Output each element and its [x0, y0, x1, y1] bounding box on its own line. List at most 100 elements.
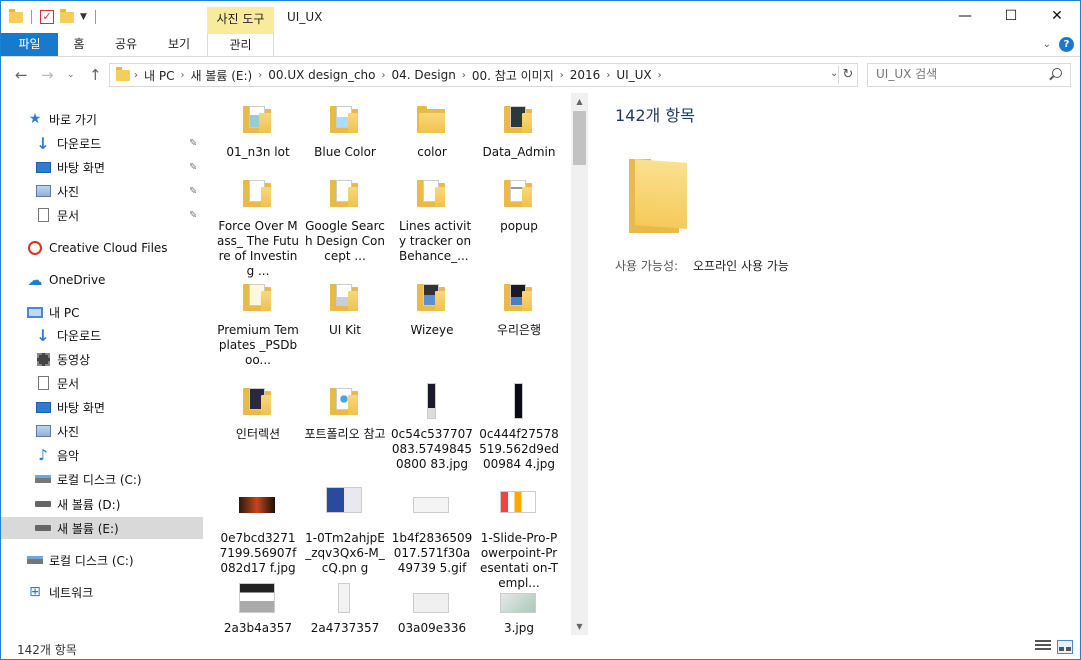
nav-quick-access[interactable]: ★ 바로 가기	[1, 108, 203, 130]
nav-creative-cloud[interactable]: Creative Cloud Files	[1, 237, 203, 259]
nav-documents[interactable]: 문서	[1, 372, 203, 394]
nav-this-pc[interactable]: 내 PC	[1, 301, 203, 323]
expand-ribbon-icon[interactable]: ⌄	[1043, 39, 1051, 50]
nav-desktop-pinned[interactable]: 바탕 화면 ✎	[1, 156, 203, 178]
folder-item[interactable]: popup	[476, 175, 562, 279]
tab-file[interactable]: 파일	[1, 33, 58, 56]
pin-icon[interactable]: ✎	[189, 186, 197, 197]
chevron-right-icon[interactable]: ›	[658, 70, 662, 81]
customize-toolbar-icon[interactable]: ▼	[80, 12, 87, 22]
back-arrow-icon[interactable]: ←	[15, 66, 28, 84]
address-bar[interactable]: › 내 PC › 새 볼륨 (E:) › 00.UX design_cho › …	[109, 63, 858, 87]
image-item[interactable]: 0c54c537707083.57498450800 83.jpg	[389, 383, 475, 487]
drive-icon	[35, 521, 51, 535]
new-folder-icon[interactable]	[60, 8, 74, 23]
details-view-icon[interactable]	[1035, 640, 1051, 654]
folder-item[interactable]: 포트폴리오 참고	[302, 383, 388, 487]
nav-local-disk-c-2[interactable]: 로컬 디스크 (C:)	[1, 549, 203, 571]
pin-icon[interactable]: ✎	[189, 162, 197, 173]
vertical-scrollbar[interactable]: ▲ ▼	[571, 93, 588, 635]
explorer-window: ✓ ▼ 사진 도구 UI_UX — ☐ ✕ 파일 홈 공유 보기 관리 ⌄ ? …	[0, 0, 1081, 660]
folder-item[interactable]: Lines activity tracker on Behance_...	[389, 175, 475, 279]
image-item[interactable]: 0e7bcd32717199.56907f082d17 f.jpg	[215, 487, 301, 583]
nav-desktop[interactable]: 바탕 화면	[1, 396, 203, 418]
file-name: 우리은행	[496, 323, 542, 337]
crumb-2016[interactable]: 2016	[564, 68, 607, 82]
folder-icon[interactable]	[9, 8, 23, 23]
image-item[interactable]: 1b4f2836509017.571f30a49739 5.gif	[389, 487, 475, 583]
forward-arrow-icon[interactable]: →	[41, 66, 54, 84]
folder-item[interactable]: 인터렉션	[215, 383, 301, 487]
image-item[interactable]: 2a3b4a357	[215, 583, 301, 635]
pin-icon[interactable]: ✎	[189, 138, 197, 149]
recent-locations-icon[interactable]: ⌄	[67, 70, 75, 80]
video-icon	[35, 352, 51, 366]
refresh-icon[interactable]: ↻	[838, 66, 857, 84]
folder-item[interactable]: Premium Templates _PSDboo...	[215, 279, 301, 383]
tab-share[interactable]: 공유	[107, 33, 145, 56]
folder-item[interactable]: UI Kit	[302, 279, 388, 383]
nav-pictures[interactable]: 사진	[1, 420, 203, 442]
crumb-my-pc[interactable]: 내 PC	[138, 67, 180, 84]
folder-item[interactable]: 01_n3n lot	[215, 101, 301, 175]
folder-item[interactable]: Blue Color	[302, 101, 388, 175]
nav-local-disk-c[interactable]: 로컬 디스크 (C:)	[1, 468, 203, 490]
search-input[interactable]	[876, 67, 1036, 81]
pictures-icon	[35, 184, 51, 198]
nav-pictures-pinned[interactable]: 사진 ✎	[1, 180, 203, 202]
nav-videos[interactable]: 동영상	[1, 348, 203, 370]
file-name: 인터렉션	[235, 427, 281, 441]
crumb-volume-e[interactable]: 새 볼륨 (E:)	[184, 67, 258, 84]
nav-downloads[interactable]: ↓ 다운로드	[1, 324, 203, 346]
image-item[interactable]: 1-0Tm2ahjpE_zqv3Qx6-M_cQ.pn g	[302, 487, 388, 583]
tab-view[interactable]: 보기	[159, 33, 199, 56]
folder-icon	[243, 283, 271, 311]
image-item[interactable]: 03a09e336	[389, 583, 475, 635]
nav-network[interactable]: ⊞ 네트워크	[1, 581, 203, 603]
nav-music[interactable]: ♪ 음악	[1, 444, 203, 466]
crumb-design[interactable]: 04. Design	[386, 68, 462, 82]
drive-c-icon	[35, 472, 51, 486]
tab-manage[interactable]: 관리	[207, 33, 274, 56]
pc-icon	[27, 305, 43, 319]
scrollbar-thumb[interactable]	[573, 111, 586, 165]
close-button[interactable]: ✕	[1034, 1, 1080, 33]
nav-volume-e[interactable]: 새 볼륨 (E:)	[1, 517, 203, 539]
crumb-ui-ux[interactable]: UI_UX	[610, 68, 657, 82]
crumb-ux-design[interactable]: 00.UX design_cho	[262, 68, 381, 82]
folder-item[interactable]: color	[389, 101, 475, 175]
desktop-icon	[35, 160, 51, 174]
search-icon[interactable]	[1052, 68, 1062, 78]
nav-volume-d[interactable]: 새 볼륨 (D:)	[1, 493, 203, 515]
properties-icon[interactable]: ✓	[40, 10, 54, 24]
maximize-button[interactable]: ☐	[988, 1, 1034, 33]
scroll-down-icon[interactable]: ▼	[571, 618, 588, 635]
help-icon[interactable]: ?	[1059, 37, 1074, 52]
download-icon: ↓	[36, 133, 50, 153]
pin-icon[interactable]: ✎	[189, 210, 197, 221]
image-item[interactable]: 3.jpg	[476, 583, 562, 635]
search-box[interactable]	[867, 63, 1071, 87]
folder-icon	[417, 179, 445, 207]
scroll-up-icon[interactable]: ▲	[571, 93, 588, 110]
image-item[interactable]: 0c444f27578519.562d9ed00984 4.jpg	[476, 383, 562, 487]
image-item[interactable]: 2a4737357	[302, 583, 388, 635]
nav-onedrive[interactable]: ☁ OneDrive	[1, 269, 203, 291]
nav-label: 사진	[57, 184, 80, 199]
large-icons-view-icon[interactable]	[1057, 640, 1073, 654]
minimize-button[interactable]: —	[942, 1, 988, 33]
folder-item[interactable]: Data_Admin	[476, 101, 562, 175]
folder-item[interactable]: Force Over Mass_ The Future of Investing…	[215, 175, 301, 279]
folder-icon	[629, 159, 687, 233]
nav-documents-pinned[interactable]: 문서 ✎	[1, 204, 203, 226]
image-thumbnail	[500, 593, 536, 613]
crumb-reference-images[interactable]: 00. 참고 이미지	[466, 67, 560, 84]
folder-item[interactable]: Google Search Design Concept ...	[302, 175, 388, 279]
folder-item[interactable]: 우리은행	[476, 279, 562, 383]
tab-home[interactable]: 홈	[63, 33, 95, 56]
image-item[interactable]: 1-Slide-Pro-Powerpoint-Presentati on-Tem…	[476, 487, 562, 590]
up-arrow-icon[interactable]: ↑	[89, 66, 102, 84]
folder-item[interactable]: Wizeye	[389, 279, 475, 383]
nav-downloads-pinned[interactable]: ↓ 다운로드 ✎	[1, 132, 203, 154]
toolbar-separator	[31, 10, 32, 24]
